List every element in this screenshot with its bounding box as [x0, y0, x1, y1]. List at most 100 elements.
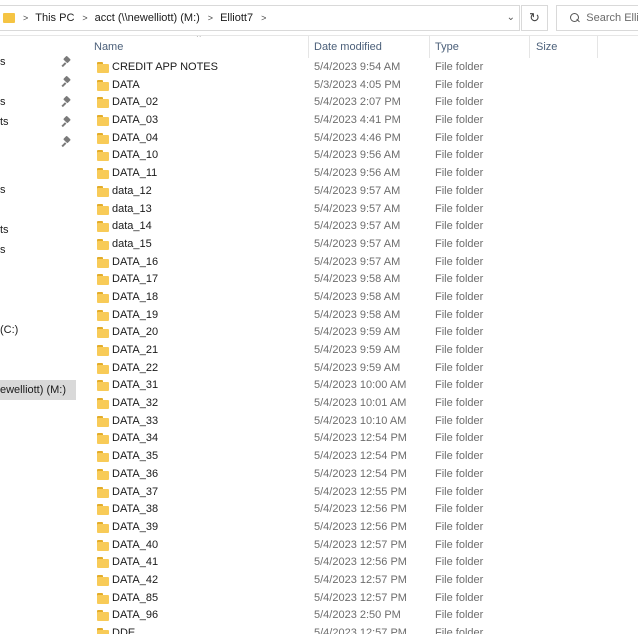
nav-item[interactable]: ewelliott) (M:) [0, 380, 76, 400]
file-row[interactable]: DATA_36 5/4/2023 12:54 PM File folder [80, 466, 638, 484]
file-name: DATA_36 [112, 467, 159, 480]
column-header-row: ⌃ Name Date modified Type Size [80, 36, 638, 60]
file-name: DATA_96 [112, 609, 159, 622]
breadcrumb-folder[interactable]: Elliott7 [220, 12, 253, 24]
file-row[interactable]: DATA_11 5/4/2023 9:56 AM File folder [80, 165, 638, 183]
file-date-modified: 5/4/2023 9:58 AM [314, 308, 401, 321]
column-divider[interactable] [529, 36, 530, 58]
file-row[interactable]: DATA_21 5/4/2023 9:59 AM File folder [80, 342, 638, 360]
file-name: DATA_35 [112, 450, 159, 463]
nav-item[interactable] [0, 132, 76, 152]
file-type: File folder [435, 78, 484, 91]
file-row[interactable]: DATA_04 5/4/2023 4:46 PM File folder [80, 130, 638, 148]
nav-item[interactable]: s [0, 240, 76, 260]
file-row[interactable]: DATA 5/3/2023 4:05 PM File folder [80, 77, 638, 95]
file-row[interactable]: DATA_32 5/4/2023 10:01 AM File folder [80, 395, 638, 413]
file-row[interactable]: DATA_22 5/4/2023 9:59 AM File folder [80, 360, 638, 378]
file-row[interactable]: DATA_18 5/4/2023 9:58 AM File folder [80, 289, 638, 307]
file-row[interactable]: DATA_37 5/4/2023 12:55 PM File folder [80, 484, 638, 502]
file-row[interactable]: DDE 5/4/2023 12:57 PM File folder [80, 625, 638, 634]
file-row[interactable]: data_15 5/4/2023 9:57 AM File folder [80, 236, 638, 254]
search-input[interactable]: Search Ellio [556, 5, 638, 31]
file-row[interactable]: DATA_41 5/4/2023 12:56 PM File folder [80, 554, 638, 572]
folder-icon [97, 274, 109, 286]
file-date-modified: 5/4/2023 10:01 AM [314, 397, 407, 410]
nav-item[interactable] [0, 72, 76, 92]
folder-icon [97, 291, 109, 303]
file-row[interactable]: DATA_10 5/4/2023 9:56 AM File folder [80, 147, 638, 165]
file-name: DATA_10 [112, 149, 159, 162]
chevron-right-icon[interactable]: > [208, 13, 213, 23]
file-name: DATA_21 [112, 344, 159, 356]
file-row[interactable]: data_12 5/4/2023 9:57 AM File folder [80, 183, 638, 201]
column-divider[interactable] [308, 36, 309, 58]
file-name: DATA_17 [112, 273, 159, 286]
nav-item-label: ewelliott) (M:) [0, 384, 67, 396]
file-type: File folder [435, 591, 484, 604]
chevron-right-icon[interactable]: > [82, 13, 87, 23]
folder-icon [97, 203, 109, 215]
file-row[interactable]: DATA_39 5/4/2023 12:56 PM File folder [80, 519, 638, 537]
file-row[interactable]: DATA_03 5/4/2023 4:41 PM File folder [80, 112, 638, 130]
nav-item[interactable]: ts [0, 220, 76, 240]
file-row[interactable]: DATA_16 5/4/2023 9:57 AM File folder [80, 254, 638, 272]
breadcrumb-drive[interactable]: acct (\\newelliott) (M:) [95, 12, 200, 24]
file-row[interactable]: DATA_40 5/4/2023 12:57 PM File folder [80, 537, 638, 555]
file-name: DATA_11 [112, 167, 158, 180]
file-row[interactable]: CREDIT APP NOTES 5/4/2023 9:54 AM File fol… [80, 59, 638, 77]
column-divider[interactable] [429, 36, 430, 58]
chevron-down-icon[interactable]: ⌄ [507, 12, 515, 23]
file-row[interactable]: DATA_02 5/4/2023 2:07 PM File folder [80, 94, 638, 112]
file-name: DATA_34 [112, 432, 159, 445]
folder-icon [97, 115, 109, 127]
folder-icon [97, 451, 109, 463]
folder-icon [97, 168, 109, 180]
breadcrumb-this-pc[interactable]: This PC [35, 12, 74, 24]
file-row[interactable]: data_14 5/4/2023 9:57 AM File folder [80, 218, 638, 236]
file-name: DDE [112, 627, 136, 634]
file-row[interactable]: DATA_31 5/4/2023 10:00 AM File folder [80, 377, 638, 395]
pin-icon [63, 77, 71, 87]
file-type: File folder [435, 361, 484, 374]
file-row[interactable]: DATA_85 5/4/2023 12:57 PM File folder [80, 590, 638, 608]
file-row[interactable]: data_13 5/4/2023 9:57 AM File folder [80, 201, 638, 219]
file-name: DATA_02 [112, 96, 159, 109]
file-date-modified: 5/4/2023 9:59 AM [314, 361, 401, 374]
folder-icon [97, 62, 109, 73]
file-row[interactable]: DATA_34 5/4/2023 12:54 PM File folder [80, 430, 638, 448]
file-row[interactable]: DATA_35 5/4/2023 12:54 PM File folder [80, 448, 638, 466]
file-row[interactable]: DATA_38 5/4/2023 12:56 PM File folder [80, 501, 638, 519]
address-bar[interactable]: > This PC > acct (\\newelliott) (M:) > E… [0, 5, 520, 31]
file-name: DATA_42 [112, 573, 159, 586]
file-row[interactable]: DATA_20 5/4/2023 9:59 AM File folder [80, 324, 638, 342]
file-row[interactable]: DATA_33 5/4/2023 10:10 AM File folder [80, 413, 638, 431]
file-date-modified: 5/4/2023 10:00 AM [314, 379, 407, 392]
column-header-date[interactable]: Date modified [314, 41, 382, 53]
nav-item[interactable]: (C:) [0, 320, 76, 340]
file-row[interactable]: DATA_17 5/4/2023 9:58 AM File folder [80, 271, 638, 289]
refresh-button[interactable]: ↻ [521, 5, 548, 31]
file-row[interactable]: DATA_19 5/4/2023 9:58 AM File folder [80, 307, 638, 325]
folder-icon [97, 415, 109, 427]
file-name: DATA_20 [112, 326, 159, 339]
chevron-right-icon[interactable]: > [261, 13, 266, 23]
file-type: File folder [435, 114, 484, 127]
nav-item-label: ts [0, 224, 9, 236]
file-date-modified: 5/4/2023 9:56 AM [314, 149, 401, 162]
column-header-name[interactable]: Name [94, 41, 123, 53]
file-type: File folder [435, 467, 484, 480]
file-name: data_15 [112, 237, 152, 250]
column-header-size[interactable]: Size [536, 41, 557, 53]
file-row[interactable]: DATA_96 5/4/2023 2:50 PM File folder [80, 607, 638, 625]
column-header-type[interactable]: Type [435, 41, 459, 53]
file-date-modified: 5/4/2023 12:57 PM [314, 538, 407, 551]
folder-icon [97, 468, 109, 480]
chevron-right-icon[interactable]: > [23, 13, 28, 23]
nav-item[interactable]: s [0, 52, 76, 72]
nav-item[interactable]: ts [0, 112, 76, 132]
column-divider[interactable] [597, 36, 598, 58]
file-row[interactable]: DATA_42 5/4/2023 12:57 PM File folder [80, 572, 638, 590]
nav-item[interactable]: s [0, 180, 76, 200]
file-date-modified: 5/4/2023 9:58 AM [314, 273, 401, 286]
nav-item[interactable]: s [0, 92, 76, 112]
